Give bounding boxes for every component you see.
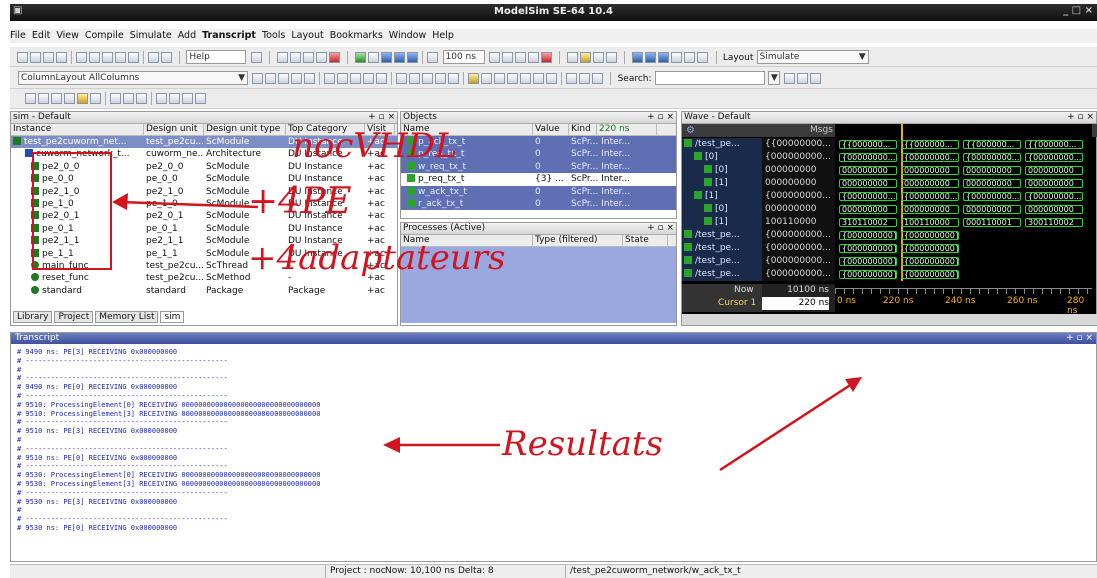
annotation-pe: +4PE: [248, 181, 352, 222]
arrowhead: [112, 193, 128, 210]
arrowhead: [383, 437, 400, 453]
annotation-adapters: +4adaptateurs: [248, 238, 506, 278]
annotation-results: Resultats: [502, 424, 663, 464]
annotation-arrows: [112, 193, 862, 472]
arrow-wave: [719, 380, 856, 472]
arrowhead: [845, 377, 862, 392]
arrow-pe: [119, 200, 259, 209]
annotation-noc: nocVHDL: [292, 126, 458, 166]
